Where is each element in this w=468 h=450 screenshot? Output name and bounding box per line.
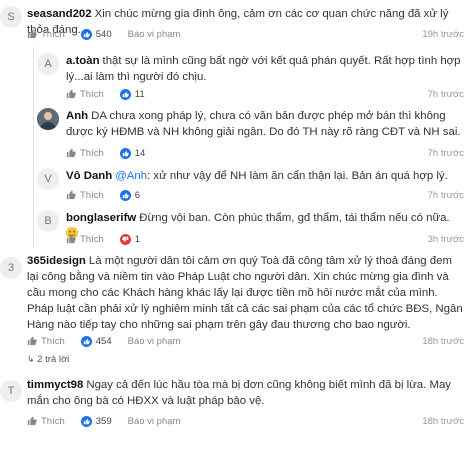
comment-author[interactable]: Anh	[66, 110, 88, 122]
mention-link[interactable]: @Anh	[115, 170, 147, 182]
comment-text: 365idesign Là một người dân tôi cảm ơn qu…	[27, 255, 463, 331]
comment-time: 7h trước	[427, 190, 464, 201]
thumbs-up-filled-icon	[80, 335, 92, 347]
like-button[interactable]: Thích	[27, 416, 65, 427]
comment-author[interactable]: Vô Danh	[66, 170, 112, 182]
avatar[interactable]: V	[37, 168, 59, 190]
reply-thread-line	[33, 47, 34, 247]
like-button[interactable]: Thích	[66, 234, 104, 245]
comment-time: 3h trước	[427, 234, 464, 245]
comment-text: Anh DA chưa xong pháp lý, chưa có văn bản…	[66, 110, 461, 138]
comment-time: 7h trước	[427, 89, 464, 100]
avatar[interactable]: T	[0, 380, 22, 402]
comment-author[interactable]: bonglaserifw	[66, 212, 136, 224]
avatar[interactable]: S	[0, 6, 22, 28]
report-button[interactable]: Báo vi phạm	[128, 29, 181, 40]
like-count: 359	[80, 415, 112, 427]
thumbs-up-icon	[66, 89, 76, 99]
comment-text: a.toàn thật sự là mình cũng bất ngờ với k…	[66, 55, 461, 83]
comment-actions: Thích 1	[66, 232, 156, 246]
thumbs-up-filled-icon	[80, 28, 92, 40]
thumbs-up-icon	[66, 148, 76, 158]
thumbs-up-filled-icon	[119, 88, 131, 100]
thumbs-up-icon	[27, 416, 37, 426]
like-button[interactable]: Thích	[27, 29, 65, 40]
comment-actions: Thích 359 Báo vi phạm	[27, 414, 196, 428]
thumbs-up-icon	[27, 29, 37, 39]
comment-time: 18h trước	[422, 336, 464, 347]
like-count: 454	[80, 335, 112, 347]
comment-author[interactable]: seasand202	[27, 8, 92, 20]
comment-actions: Thích 6	[66, 188, 156, 202]
like-count: 6	[119, 189, 140, 201]
comment-author[interactable]: 365idesign	[27, 255, 86, 267]
like-button[interactable]: Thích	[27, 336, 65, 347]
like-button[interactable]: Thích	[66, 148, 104, 159]
comment-actions: Thích 540 Báo vi phạm	[27, 27, 196, 41]
report-button[interactable]: Báo vi phạm	[128, 336, 181, 347]
like-count: 11	[119, 88, 145, 100]
thumbs-up-icon	[66, 234, 76, 244]
comment-time: 18h trước	[422, 416, 464, 427]
reply-arrow-icon: ↳	[27, 354, 35, 364]
like-count: 540	[80, 28, 112, 40]
like-count: 14	[119, 147, 145, 159]
thumbs-up-filled-icon	[119, 147, 131, 159]
dislike-count: 1	[119, 233, 140, 245]
avatar[interactable]: B	[37, 210, 59, 232]
comment-text: Vô Danh @Anh: xử như vậy để NH làm ăn cẩn…	[66, 170, 448, 182]
comment-time: 19h trước	[422, 29, 464, 40]
comment-text: timmyct98 Ngay cả đến lúc hầu tòa mà bị đ…	[27, 379, 451, 407]
like-button[interactable]: Thích	[66, 190, 104, 201]
comment-actions: Thích 11	[66, 87, 161, 101]
comment-actions: Thích 454 Báo vi phạm	[27, 334, 196, 348]
user-photo-icon	[37, 108, 59, 130]
thumbs-down-filled-icon	[119, 233, 131, 245]
comment-author[interactable]: a.toàn	[66, 55, 100, 67]
avatar[interactable]: 3	[0, 257, 22, 279]
thumbs-up-icon	[66, 190, 76, 200]
comment-author[interactable]: timmyct98	[27, 379, 83, 391]
avatar[interactable]: A	[37, 53, 59, 75]
like-button[interactable]: Thích	[66, 89, 104, 100]
thumbs-up-filled-icon	[119, 189, 131, 201]
report-button[interactable]: Báo vi phạm	[128, 416, 181, 427]
avatar[interactable]	[37, 108, 59, 130]
view-replies-link[interactable]: ↳ 2 trả lời	[27, 354, 69, 365]
comment-actions: Thích 14	[66, 146, 161, 160]
thumbs-up-icon	[27, 336, 37, 346]
thumbs-up-filled-icon	[80, 415, 92, 427]
comment-time: 7h trước	[427, 148, 464, 159]
